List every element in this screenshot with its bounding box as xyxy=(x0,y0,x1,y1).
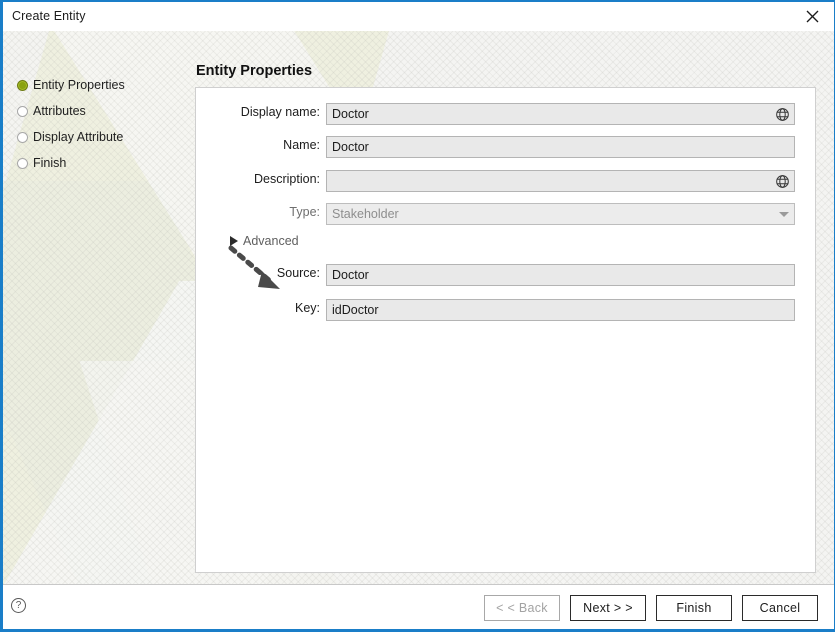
sidebar-item-entity-properties[interactable]: Entity Properties xyxy=(17,72,187,98)
close-button[interactable] xyxy=(790,2,834,30)
label-source: Source: xyxy=(276,266,320,280)
key-input[interactable] xyxy=(326,299,795,321)
page-title: Entity Properties xyxy=(196,63,313,79)
sidebar-item-display-attribute[interactable]: Display Attribute xyxy=(17,124,187,150)
dialog-footer: ? < < Back Next > > Finish Cancel xyxy=(3,584,834,629)
field-row-name: Name: xyxy=(196,136,815,158)
globe-icon xyxy=(775,107,789,121)
dialog-button-row: < < Back Next > > Finish Cancel xyxy=(484,595,818,621)
cancel-button[interactable]: Cancel xyxy=(742,595,818,621)
field-row-description: Description: xyxy=(196,170,815,192)
sidebar-item-label: Finish xyxy=(33,156,67,170)
sidebar-item-label: Display Attribute xyxy=(33,130,124,144)
step-radio-icon xyxy=(17,157,28,169)
source-input[interactable] xyxy=(326,264,795,286)
entity-properties-panel: Display name: Name: Description: xyxy=(195,87,816,573)
type-select[interactable] xyxy=(326,203,795,225)
field-row-source: Source: xyxy=(196,264,815,286)
label-name: Name: xyxy=(283,138,320,152)
display-name-globe-button[interactable] xyxy=(772,104,792,124)
label-display-name: Display name: xyxy=(240,105,320,119)
name-input[interactable] xyxy=(326,136,795,158)
label-description: Description: xyxy=(254,172,320,186)
advanced-label: Advanced xyxy=(243,234,299,248)
title-bar: Create Entity xyxy=(3,2,834,31)
sidebar-item-finish[interactable]: Finish xyxy=(17,150,187,176)
sidebar-item-label: Entity Properties xyxy=(33,78,125,92)
field-row-key: Key: xyxy=(196,299,815,321)
create-entity-dialog: Create Entity Entity Properties Attribut… xyxy=(0,0,835,632)
next-button[interactable]: Next > > xyxy=(570,595,646,621)
sidebar-item-attributes[interactable]: Attributes xyxy=(17,98,187,124)
sidebar-item-label: Attributes xyxy=(33,104,86,118)
description-input[interactable] xyxy=(326,170,795,192)
field-row-type: Type: xyxy=(196,203,815,225)
globe-icon xyxy=(775,174,789,188)
window-title: Create Entity xyxy=(12,9,86,23)
wizard-steps: Entity Properties Attributes Display Att… xyxy=(17,72,187,176)
question-mark-icon[interactable]: ? xyxy=(11,598,26,613)
step-radio-icon xyxy=(17,79,28,91)
triangle-right-icon xyxy=(230,236,238,246)
label-type: Type: xyxy=(289,205,320,219)
finish-button[interactable]: Finish xyxy=(656,595,732,621)
advanced-disclosure[interactable]: Advanced xyxy=(230,234,299,248)
display-name-input[interactable] xyxy=(326,103,795,125)
description-globe-button[interactable] xyxy=(772,171,792,191)
label-key: Key: xyxy=(294,301,320,315)
field-row-display-name: Display name: xyxy=(196,103,815,125)
back-button[interactable]: < < Back xyxy=(484,595,560,621)
step-radio-icon xyxy=(17,131,28,143)
close-icon xyxy=(806,10,818,22)
step-radio-icon xyxy=(17,105,28,117)
